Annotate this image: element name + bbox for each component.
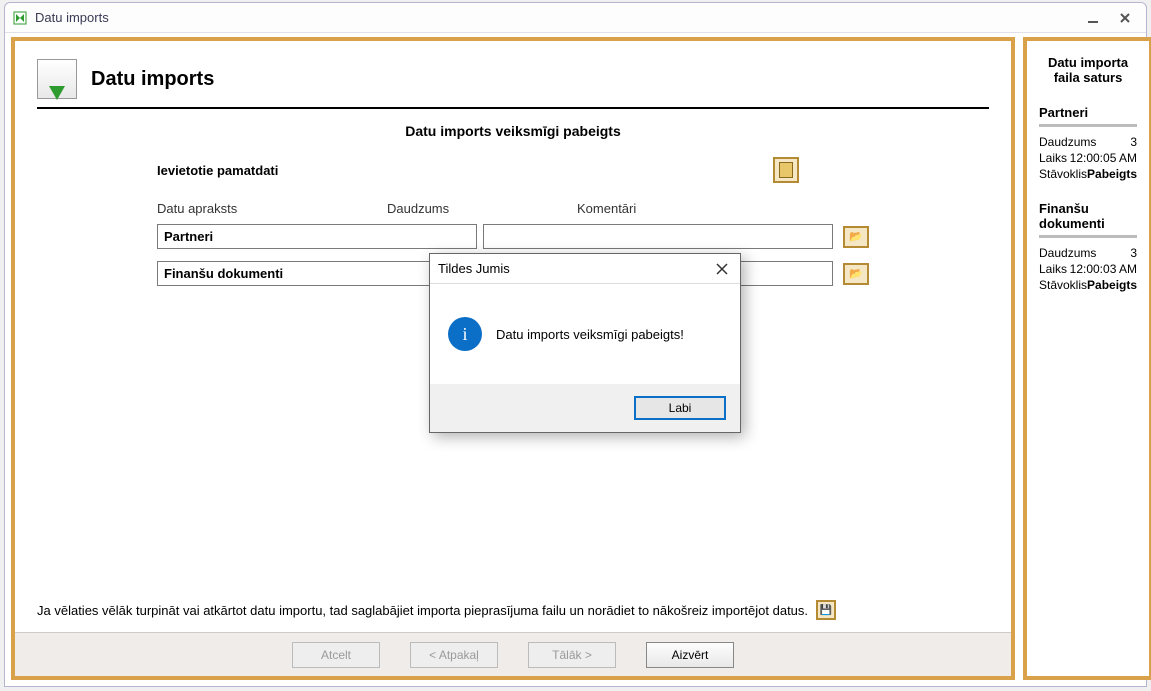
section-label: Ievietotie pamatdati (157, 163, 278, 178)
side-time-value: 12:00:03 AM (1070, 262, 1137, 276)
close-button[interactable]: Aizvērt (646, 642, 734, 668)
hint-text: Ja vēlaties vēlāk turpināt vai atkārtot … (37, 603, 808, 618)
minimize-button[interactable] (1078, 8, 1108, 28)
side-qty-value: 3 (1130, 246, 1137, 260)
row-comment-field[interactable] (483, 224, 833, 249)
window-title: Datu imports (35, 10, 109, 25)
side-state-value: Pabeigts (1087, 278, 1137, 292)
cancel-button: Atcelt (292, 642, 380, 668)
next-button: Tālāk > (528, 642, 616, 668)
dialog-title: Tildes Jumis (438, 261, 510, 276)
info-icon: i (448, 317, 482, 351)
side-divider (1039, 235, 1137, 238)
side-panel: Datu importa faila saturs Partneri Daudz… (1023, 37, 1151, 680)
wizard-button-bar: Atcelt < Atpakaļ Tālāk > Aizvērt (15, 632, 1011, 676)
dialog-titlebar: Tildes Jumis (430, 254, 740, 284)
back-button: < Atpakaļ (410, 642, 498, 668)
side-divider (1039, 124, 1137, 127)
open-folder-button[interactable]: 📂 (843, 263, 869, 285)
side-section-name: Partneri (1039, 105, 1137, 120)
save-request-button[interactable]: 💾 (816, 600, 836, 620)
side-panel-title: Datu importa faila saturs (1039, 55, 1137, 85)
side-time-value: 12:00:05 AM (1070, 151, 1137, 165)
folder-icon: 📂 (849, 230, 863, 243)
side-qty-label: Daudzums (1039, 135, 1096, 149)
notes-icon (779, 162, 793, 178)
side-state-label: Stāvoklis (1039, 278, 1087, 292)
side-time-label: Laiks (1039, 262, 1067, 276)
dialog-ok-button[interactable]: Labi (634, 396, 726, 420)
section-label-row: Ievietotie pamatdati (157, 157, 869, 183)
status-text: Datu imports veiksmīgi pabeigts (37, 123, 989, 139)
notes-button[interactable] (773, 157, 799, 183)
app-window: Datu imports Datu imports Datu imports v… (4, 2, 1147, 687)
table-row: Partneri 📂 (157, 224, 869, 249)
side-state-label: Stāvoklis (1039, 167, 1087, 181)
column-headers: Datu apraksts Daudzums Komentāri (157, 201, 869, 216)
open-folder-button[interactable]: 📂 (843, 226, 869, 248)
folder-icon: 📂 (849, 267, 863, 280)
side-qty-label: Daudzums (1039, 246, 1096, 260)
side-state-value: Pabeigts (1087, 167, 1137, 181)
app-icon (11, 9, 29, 27)
dialog-close-button[interactable] (712, 259, 732, 279)
row-label: Partneri (157, 224, 477, 249)
dialog-message: Datu imports veiksmīgi pabeigts! (496, 327, 684, 342)
hint-bar: Ja vēlaties vēlāk turpināt vai atkārtot … (37, 600, 989, 620)
import-icon (37, 59, 77, 99)
column-header-comments: Komentāri (577, 201, 687, 216)
side-qty-value: 3 (1130, 135, 1137, 149)
side-time-label: Laiks (1039, 151, 1067, 165)
page-header: Datu imports (37, 59, 989, 99)
titlebar: Datu imports (5, 3, 1146, 33)
page-title: Datu imports (91, 68, 214, 91)
divider (37, 107, 989, 109)
column-header-description: Datu apraksts (157, 201, 387, 216)
side-section-name: Finanšu dokumenti (1039, 201, 1137, 231)
close-window-button[interactable] (1110, 8, 1140, 28)
info-dialog: Tildes Jumis i Datu imports veiksmīgi pa… (429, 253, 741, 433)
column-header-quantity: Daudzums (387, 201, 577, 216)
